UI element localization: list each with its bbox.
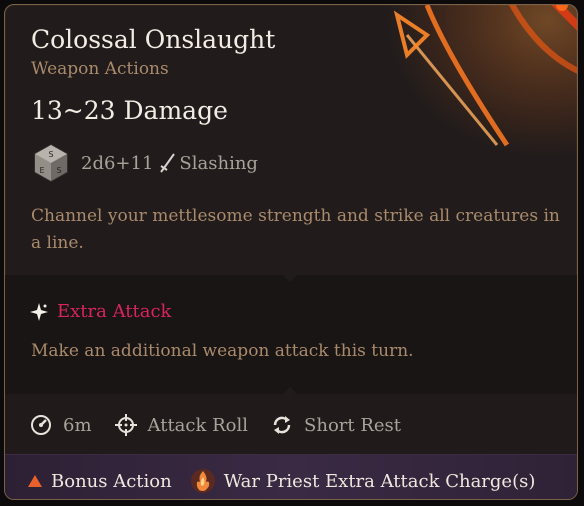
cost-label: Bonus Action [51, 470, 172, 492]
recharge-icon [273, 416, 291, 434]
damage-type: Slashing [179, 152, 258, 174]
spell-description: Channel your mettlesome strength and str… [31, 206, 560, 253]
cost-label: War Priest Extra Attack Charge(s) [223, 470, 536, 492]
damage-range: 13~23 Damage [31, 96, 228, 125]
svg-text:S: S [48, 150, 53, 159]
extra-attack-description: Make an additional weapon attack this tu… [31, 341, 414, 361]
range-icon [31, 415, 51, 435]
spell-title: Colossal Onslaught [31, 25, 276, 54]
sword-icon [160, 153, 176, 173]
extra-attack-header: Extra Attack [29, 301, 171, 322]
svg-text:E: E [39, 166, 44, 175]
bonus-action-triangle-icon [28, 475, 42, 487]
d6-dice-icon: S E S [34, 144, 68, 182]
stat-label: Short Rest [304, 414, 402, 436]
cost-war-priest-charge: War Priest Extra Attack Charge(s) [190, 468, 536, 494]
stat-range: 6m [29, 413, 92, 437]
spell-tooltip: Colossal Onslaught Weapon Actions 13~23 … [4, 4, 578, 500]
cost-row: Bonus Action War Priest Extra Attack Cha… [27, 467, 553, 495]
cost-bonus-action: Bonus Action [27, 471, 172, 492]
dice-formula: 2d6+11 [81, 152, 154, 174]
spell-category: Weapon Actions [31, 59, 169, 79]
stats-row: 6m Attack Roll Short Rest [29, 410, 423, 440]
dice-info: S E S 2d6+11 Slashing [31, 143, 258, 183]
extra-attack-label: Extra Attack [57, 301, 172, 322]
war-priest-charge-icon [190, 469, 215, 493]
extra-attack-section [5, 267, 577, 394]
stat-label: 6m [63, 414, 92, 436]
svg-text:S: S [56, 166, 61, 175]
crosshair-icon [114, 414, 137, 436]
stat-attack-roll: Attack Roll [114, 413, 249, 437]
stat-label: Attack Roll [147, 414, 249, 436]
stat-recharge: Short Rest [270, 413, 401, 437]
sparkle-icon [30, 302, 48, 321]
